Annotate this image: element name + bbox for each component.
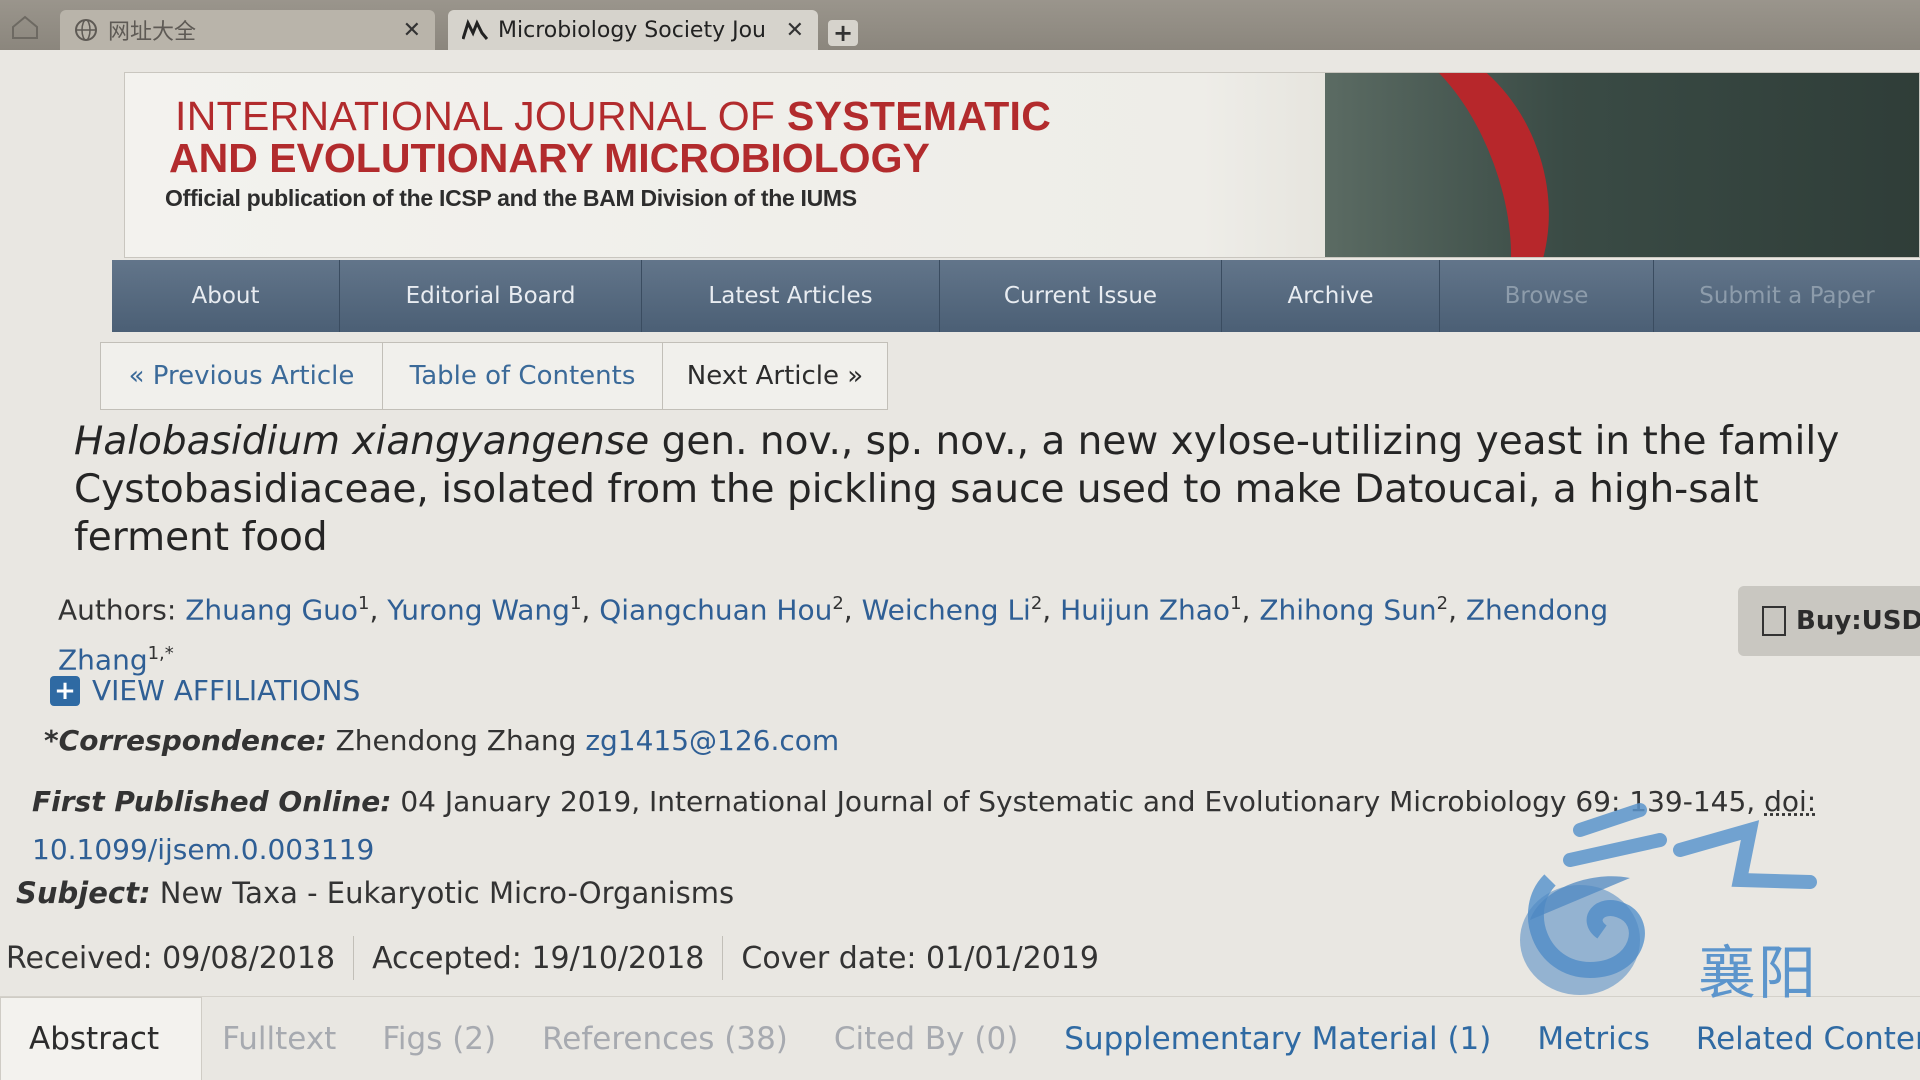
- author-link[interactable]: Zhuang Guo: [185, 593, 358, 626]
- globe-icon: [75, 19, 97, 41]
- pdf-icon: [1762, 606, 1786, 636]
- accepted-date: Accepted: 19/10/2018: [372, 936, 724, 980]
- doi-link[interactable]: 10.1099/ijsem.0.003119: [32, 833, 374, 866]
- nav-submit-a-paper[interactable]: Submit a Paper: [1654, 260, 1920, 332]
- browser-tab-1[interactable]: 网址大全 ✕: [60, 10, 435, 50]
- table-of-contents-button[interactable]: Table of Contents: [383, 343, 663, 409]
- article-navigation: « Previous Article Table of Contents Nex…: [100, 342, 888, 410]
- correspondence: *Correspondence: Zhendong Zhang zg1415@1…: [44, 724, 839, 757]
- previous-article-button[interactable]: « Previous Article: [101, 343, 383, 409]
- journal-title-line-2: AND EVOLUTIONARY MICROBIOLOGY: [169, 135, 930, 181]
- new-tab-button[interactable]: +: [828, 20, 858, 46]
- published-label: First Published Online:: [32, 785, 392, 818]
- buy-button[interactable]: Buy:USD: [1738, 586, 1920, 656]
- cover-date: Cover date: 01/01/2019: [741, 940, 1099, 976]
- journal-banner[interactable]: INTERNATIONAL JOURNAL OF SYSTEMATIC AND …: [124, 72, 1920, 258]
- nav-archive[interactable]: Archive: [1222, 260, 1440, 332]
- tab-related-content[interactable]: Related Content: [1696, 1021, 1920, 1057]
- journal-title-line-1: INTERNATIONAL JOURNAL OF SYSTEMATIC: [175, 93, 1052, 139]
- received-date: Received: 09/08/2018: [6, 936, 355, 980]
- subject-label: Subject:: [16, 876, 151, 910]
- author-link[interactable]: Weicheng Li: [862, 593, 1031, 626]
- author-affiliation: 1,*: [147, 643, 174, 665]
- tab-label: 网址大全: [108, 20, 197, 45]
- author-affiliation: 2: [1436, 593, 1449, 614]
- tab-supplementary-material[interactable]: Supplementary Material (1): [1064, 1021, 1491, 1057]
- close-tab-icon[interactable]: ✕: [786, 18, 804, 43]
- article-title: Halobasidium xiangyangense gen. nov., sp…: [74, 418, 1920, 562]
- tab-figs[interactable]: Figs (2): [382, 1021, 496, 1057]
- journal-subtitle: Official publication of the ICSP and the…: [165, 185, 857, 211]
- tab-references[interactable]: References (38): [542, 1021, 788, 1057]
- correspondence-name: Zhendong Zhang: [326, 724, 586, 757]
- nav-editorial-board[interactable]: Editorial Board: [340, 260, 642, 332]
- main-navigation: About Editorial Board Latest Articles Cu…: [112, 260, 1920, 332]
- tab-metrics[interactable]: Metrics: [1537, 1021, 1650, 1057]
- article-title-species: Halobasidium xiangyangense: [74, 419, 650, 464]
- subject: Subject: New Taxa - Eukaryotic Micro-Org…: [16, 876, 734, 910]
- author-affiliation: 1: [1230, 593, 1242, 614]
- banner-artwork: [1238, 73, 1919, 257]
- nav-about[interactable]: About: [112, 260, 340, 332]
- nav-browse[interactable]: Browse: [1440, 260, 1654, 332]
- buy-label: Buy:USD: [1796, 606, 1920, 636]
- browser-tab-strip: 网址大全 ✕ Microbiology Society Jou ✕ +: [0, 0, 1920, 50]
- plus-icon: +: [50, 675, 80, 706]
- author-list: Authors: Zhuang Guo1, Yurong Wang1, Qian…: [58, 593, 1609, 677]
- nav-current-issue[interactable]: Current Issue: [940, 260, 1222, 332]
- tab-fulltext[interactable]: Fulltext: [222, 1021, 336, 1057]
- close-tab-icon[interactable]: ✕: [403, 18, 421, 43]
- tab-cited-by[interactable]: Cited By (0): [834, 1021, 1018, 1057]
- microbiology-society-favicon-icon: [462, 19, 488, 40]
- correspondence-label: *Correspondence:: [44, 724, 327, 757]
- authors-label: Authors:: [58, 593, 186, 627]
- author-link[interactable]: Yurong Wang: [387, 593, 570, 626]
- next-article-button[interactable]: Next Article »: [663, 343, 887, 409]
- tab-abstract[interactable]: Abstract: [0, 996, 203, 1080]
- nav-latest-articles[interactable]: Latest Articles: [642, 260, 940, 332]
- watermark-text: 襄阳: [1698, 939, 1819, 1007]
- author-affiliation: 2: [832, 593, 844, 614]
- tab-label: Microbiology Society Jou: [498, 17, 766, 43]
- author-link[interactable]: Huijun Zhao: [1060, 593, 1230, 626]
- author-link[interactable]: Qiangchuan Hou: [599, 593, 832, 626]
- subject-value: New Taxa - Eukaryotic Micro-Organisms: [150, 876, 735, 910]
- author-link[interactable]: Zhihong Sun: [1259, 593, 1436, 626]
- author-affiliation: 1: [358, 593, 370, 614]
- author-affiliation: 2: [1030, 593, 1043, 614]
- view-affiliations-link[interactable]: + VIEW AFFILIATIONS: [50, 674, 360, 707]
- browser-tab-2[interactable]: Microbiology Society Jou ✕: [448, 10, 818, 50]
- article-dates: Received: 09/08/2018 Accepted: 19/10/201…: [6, 936, 1135, 980]
- author-affiliation: 1: [569, 593, 582, 614]
- home-icon[interactable]: [10, 14, 40, 40]
- view-affiliations-label: VIEW AFFILIATIONS: [92, 674, 361, 707]
- correspondence-email-link[interactable]: zg1415@126.com: [585, 724, 839, 757]
